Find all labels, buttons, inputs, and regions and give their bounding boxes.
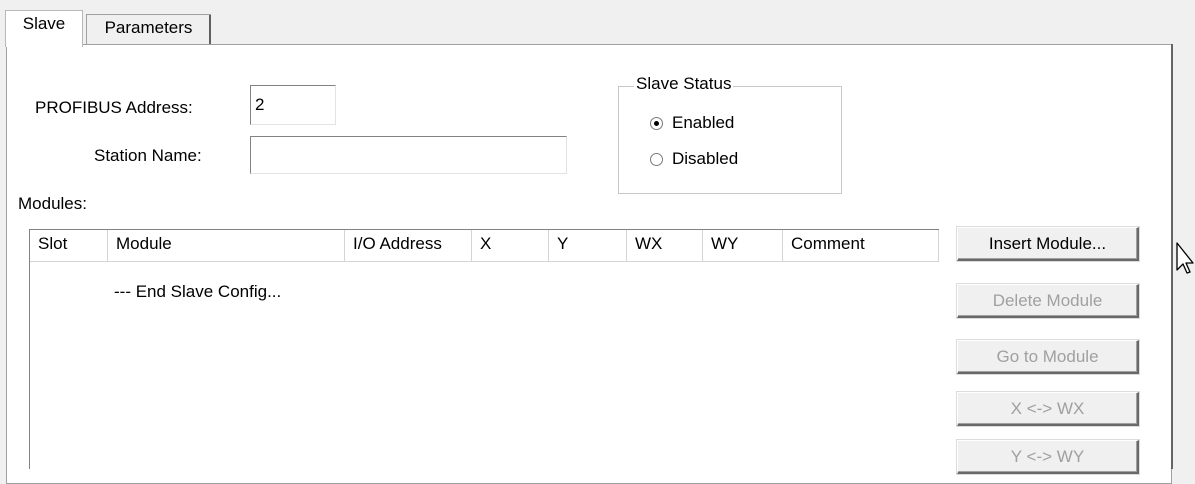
radio-checked-icon — [650, 116, 663, 130]
tab-parameters-label: Parameters — [104, 18, 193, 37]
insert-module-button[interactable]: Insert Module... — [957, 227, 1139, 261]
list-item[interactable]: --- End Slave Config... — [114, 282, 281, 302]
disabled-radio-label: Disabled — [672, 149, 739, 168]
profibus-address-label: PROFIBUS Address: — [35, 98, 193, 117]
panel-edge — [1171, 44, 1173, 469]
column-header-y[interactable]: Y — [549, 230, 627, 262]
module-cell: --- End Slave Config... — [114, 282, 282, 301]
delete-module-button[interactable]: Delete Module — [957, 284, 1139, 318]
go-to-module-button[interactable]: Go to Module — [957, 340, 1139, 374]
station-name-label: Station Name: — [94, 146, 202, 165]
tab-slave[interactable]: Slave — [5, 10, 83, 47]
x-wx-swap-button[interactable]: X <-> WX — [957, 392, 1139, 426]
disabled-radio[interactable]: Disabled — [650, 149, 738, 169]
slave-status-group — [618, 86, 842, 194]
radio-unchecked-icon — [650, 152, 663, 166]
enabled-radio[interactable]: Enabled — [650, 113, 734, 133]
column-header-wx[interactable]: WX — [627, 230, 703, 262]
arrow-cursor-icon — [1176, 242, 1194, 281]
modules-list[interactable]: Slot Module I/O Address X Y WX WY Commen… — [29, 229, 939, 469]
column-header-slot[interactable]: Slot — [30, 230, 108, 262]
column-header-x[interactable]: X — [472, 230, 549, 262]
column-header-module[interactable]: Module — [108, 230, 345, 262]
enabled-radio-label: Enabled — [672, 113, 735, 132]
tab-slave-label: Slave — [22, 14, 66, 33]
profibus-address-field[interactable] — [250, 85, 336, 125]
station-name-field[interactable] — [250, 136, 567, 174]
slave-status-title: Slave Status — [634, 74, 734, 94]
tab-parameters[interactable]: Parameters — [86, 14, 211, 44]
column-header-comment[interactable]: Comment — [783, 230, 939, 262]
column-header-io-address[interactable]: I/O Address — [345, 230, 472, 262]
column-header-wy[interactable]: WY — [703, 230, 783, 262]
modules-label: Modules: — [18, 194, 87, 213]
modules-list-header: Slot Module I/O Address X Y WX WY Commen… — [30, 230, 939, 262]
